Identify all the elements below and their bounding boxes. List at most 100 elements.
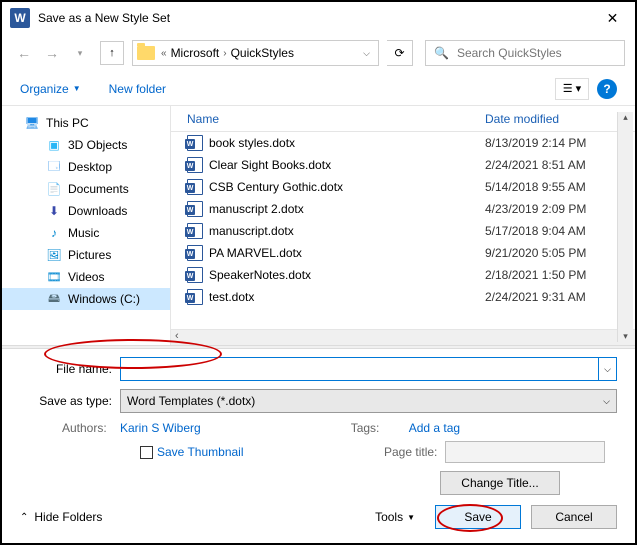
folder-icon bbox=[137, 46, 155, 60]
file-row[interactable]: CSB Century Gothic.dotx5/14/2018 9:55 AM bbox=[171, 176, 635, 198]
form-area: File name: ⌵ Save as type: Word Template… bbox=[2, 349, 635, 495]
window-title: Save as a New Style Set bbox=[38, 11, 590, 25]
save-dialog: W Save as a New Style Set ✕ ← → ▾ ↑ « Mi… bbox=[0, 0, 637, 545]
downloads-icon: ⬇ bbox=[46, 203, 62, 219]
file-row[interactable]: manuscript 2.dotx4/23/2019 2:09 PM bbox=[171, 198, 635, 220]
word-template-icon bbox=[187, 201, 203, 217]
refresh-button[interactable]: ⟳ bbox=[387, 40, 413, 66]
file-name: CSB Century Gothic.dotx bbox=[209, 180, 485, 194]
hide-folders-button[interactable]: ⌃ Hide Folders bbox=[20, 510, 102, 524]
explorer-pane: 🖥 This PC ▣ 3D Objects 🗔 Desktop 📄Documents… bbox=[2, 106, 635, 345]
navigation-bar: ← → ▾ ↑ « Microsoft › QuickStyles ⌵ ⟳ 🔍 bbox=[2, 34, 635, 72]
change-title-button[interactable]: Change Title... bbox=[440, 471, 560, 495]
filename-input[interactable] bbox=[120, 357, 599, 381]
file-name: test.dotx bbox=[209, 290, 485, 304]
back-button[interactable]: ← bbox=[12, 41, 36, 65]
sidebar: 🖥 This PC ▣ 3D Objects 🗔 Desktop 📄Documents… bbox=[2, 106, 170, 345]
type-value: Word Templates (*.dotx) bbox=[127, 394, 255, 408]
breadcrumb-segment[interactable]: QuickStyles bbox=[227, 46, 298, 60]
save-thumbnail-checkbox[interactable] bbox=[140, 446, 153, 459]
file-date: 2/18/2021 1:50 PM bbox=[485, 268, 635, 282]
file-row[interactable]: manuscript.dotx5/17/2018 9:04 AM bbox=[171, 220, 635, 242]
file-date: 4/23/2019 2:09 PM bbox=[485, 202, 635, 216]
new-folder-button[interactable]: New folder bbox=[109, 82, 166, 96]
toolbar: Organize ▼ New folder ☰ ▾ ? bbox=[2, 72, 635, 106]
sidebar-item-documents[interactable]: 📄Documents bbox=[2, 178, 170, 200]
file-row[interactable]: SpeakerNotes.dotx2/18/2021 1:50 PM bbox=[171, 264, 635, 286]
horizontal-scrollbar[interactable] bbox=[171, 329, 635, 345]
file-name: book styles.dotx bbox=[209, 136, 485, 150]
file-list-header: Name Date modified bbox=[171, 106, 635, 132]
vertical-scrollbar[interactable] bbox=[617, 112, 633, 342]
save-as-type-select[interactable]: Word Templates (*.dotx) ⌵ bbox=[120, 389, 617, 413]
sidebar-item-this-pc[interactable]: 🖥 This PC bbox=[2, 112, 170, 134]
address-dropdown-icon[interactable]: ⌵ bbox=[359, 48, 374, 59]
word-template-icon bbox=[187, 135, 203, 151]
sidebar-label: This PC bbox=[46, 116, 89, 130]
sidebar-label: Pictures bbox=[68, 248, 111, 262]
close-button[interactable]: ✕ bbox=[590, 2, 635, 34]
desktop-icon: 🗔 bbox=[46, 159, 62, 175]
word-template-icon bbox=[187, 223, 203, 239]
tags-value[interactable]: Add a tag bbox=[409, 421, 460, 435]
sidebar-item-desktop[interactable]: 🗔 Desktop bbox=[2, 156, 170, 178]
sidebar-label: Downloads bbox=[68, 204, 127, 218]
search-box[interactable]: 🔍 bbox=[425, 40, 625, 66]
sidebar-label: Music bbox=[68, 226, 99, 240]
sidebar-item-pictures[interactable]: 🖼Pictures bbox=[2, 244, 170, 266]
search-input[interactable] bbox=[455, 45, 616, 61]
save-thumbnail-label: Save Thumbnail bbox=[157, 445, 244, 459]
word-template-icon bbox=[187, 245, 203, 261]
column-date[interactable]: Date modified bbox=[485, 112, 635, 126]
file-list-pane: Name Date modified book styles.dotx8/13/… bbox=[170, 106, 635, 345]
file-date: 2/24/2021 9:31 AM bbox=[485, 290, 635, 304]
file-name: SpeakerNotes.dotx bbox=[209, 268, 485, 282]
music-icon: ♪ bbox=[46, 225, 62, 241]
3d-objects-icon: ▣ bbox=[46, 137, 62, 153]
file-name: manuscript 2.dotx bbox=[209, 202, 485, 216]
titlebar: W Save as a New Style Set ✕ bbox=[2, 2, 635, 34]
file-date: 2/24/2021 8:51 AM bbox=[485, 158, 635, 172]
word-template-icon bbox=[187, 179, 203, 195]
filename-label: File name: bbox=[20, 362, 120, 376]
forward-button[interactable]: → bbox=[40, 41, 64, 65]
page-title-label: Page title: bbox=[384, 445, 437, 459]
history-dropdown[interactable]: ▾ bbox=[68, 41, 92, 65]
save-as-type-label: Save as type: bbox=[20, 394, 120, 408]
filename-dropdown[interactable]: ⌵ bbox=[599, 357, 617, 381]
sidebar-label: Desktop bbox=[68, 160, 112, 174]
save-button[interactable]: Save bbox=[435, 505, 521, 529]
sidebar-item-windows-c[interactable]: 🖴Windows (C:) bbox=[2, 288, 170, 310]
cancel-button[interactable]: Cancel bbox=[531, 505, 617, 529]
column-name[interactable]: Name bbox=[187, 112, 485, 126]
hide-folders-label: Hide Folders bbox=[34, 510, 102, 524]
tools-menu[interactable]: Tools ▼ bbox=[375, 510, 415, 524]
address-bar[interactable]: « Microsoft › QuickStyles ⌵ bbox=[132, 40, 379, 66]
file-list[interactable]: book styles.dotx8/13/2019 2:14 PMClear S… bbox=[171, 132, 635, 329]
pc-icon: 🖥 bbox=[24, 115, 40, 131]
page-title-input[interactable] bbox=[445, 441, 605, 463]
file-row[interactable]: book styles.dotx8/13/2019 2:14 PM bbox=[171, 132, 635, 154]
file-date: 8/13/2019 2:14 PM bbox=[485, 136, 635, 150]
file-name: manuscript.dotx bbox=[209, 224, 485, 238]
organize-menu[interactable]: Organize ▼ bbox=[20, 82, 81, 96]
sidebar-item-videos[interactable]: 🎞Videos bbox=[2, 266, 170, 288]
file-row[interactable]: Clear Sight Books.dotx2/24/2021 8:51 AM bbox=[171, 154, 635, 176]
file-name: PA MARVEL.dotx bbox=[209, 246, 485, 260]
authors-label: Authors: bbox=[62, 421, 120, 435]
breadcrumb-segment[interactable]: Microsoft bbox=[167, 46, 224, 60]
sidebar-label: Videos bbox=[68, 270, 104, 284]
sidebar-item-3d-objects[interactable]: ▣ 3D Objects bbox=[2, 134, 170, 156]
sidebar-item-downloads[interactable]: ⬇ Downloads bbox=[2, 200, 170, 222]
sidebar-item-music[interactable]: ♪ Music bbox=[2, 222, 170, 244]
tools-label: Tools bbox=[375, 510, 403, 524]
file-date: 5/14/2018 9:55 AM bbox=[485, 180, 635, 194]
file-row[interactable]: test.dotx2/24/2021 9:31 AM bbox=[171, 286, 635, 308]
authors-value[interactable]: Karin S Wiberg bbox=[120, 421, 201, 435]
view-options-button[interactable]: ☰ ▾ bbox=[555, 78, 589, 100]
help-icon[interactable]: ? bbox=[597, 79, 617, 99]
word-app-icon: W bbox=[10, 8, 30, 28]
file-row[interactable]: PA MARVEL.dotx9/21/2020 5:05 PM bbox=[171, 242, 635, 264]
sidebar-label: 3D Objects bbox=[68, 138, 127, 152]
up-button[interactable]: ↑ bbox=[100, 41, 124, 65]
